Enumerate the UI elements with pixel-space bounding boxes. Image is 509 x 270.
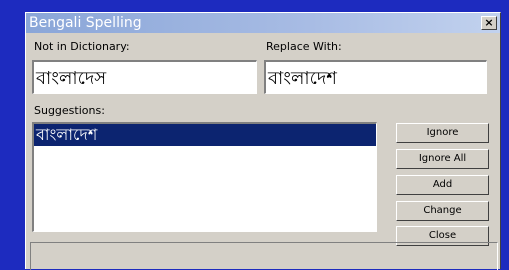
suggestions-label: Suggestions: [34,104,105,117]
add-button[interactable]: Add [396,175,489,195]
title-bar[interactable]: Bengali Spelling × [26,13,500,33]
change-button[interactable]: Change [396,201,489,221]
not-in-dictionary-label: Not in Dictionary: [34,40,130,53]
ignore-button[interactable]: Ignore [396,123,489,143]
close-icon: × [484,16,494,29]
close-window-button[interactable]: × [481,16,497,30]
spelling-dialog: Bengali Spelling × Not in Dictionary: বা… [25,12,501,270]
status-bar [30,242,498,270]
suggestion-item[interactable]: বাংলাদেশ [34,124,376,146]
ignore-all-button[interactable]: Ignore All [396,149,489,169]
suggestions-list[interactable]: বাংলাদেশ [32,122,377,232]
replace-with-label: Replace With: [266,40,342,53]
not-in-dictionary-field[interactable]: বাংলাদেস [32,60,257,94]
window-title: Bengali Spelling [29,15,142,31]
replace-with-field[interactable]: বাংলাদেশ [264,60,487,94]
